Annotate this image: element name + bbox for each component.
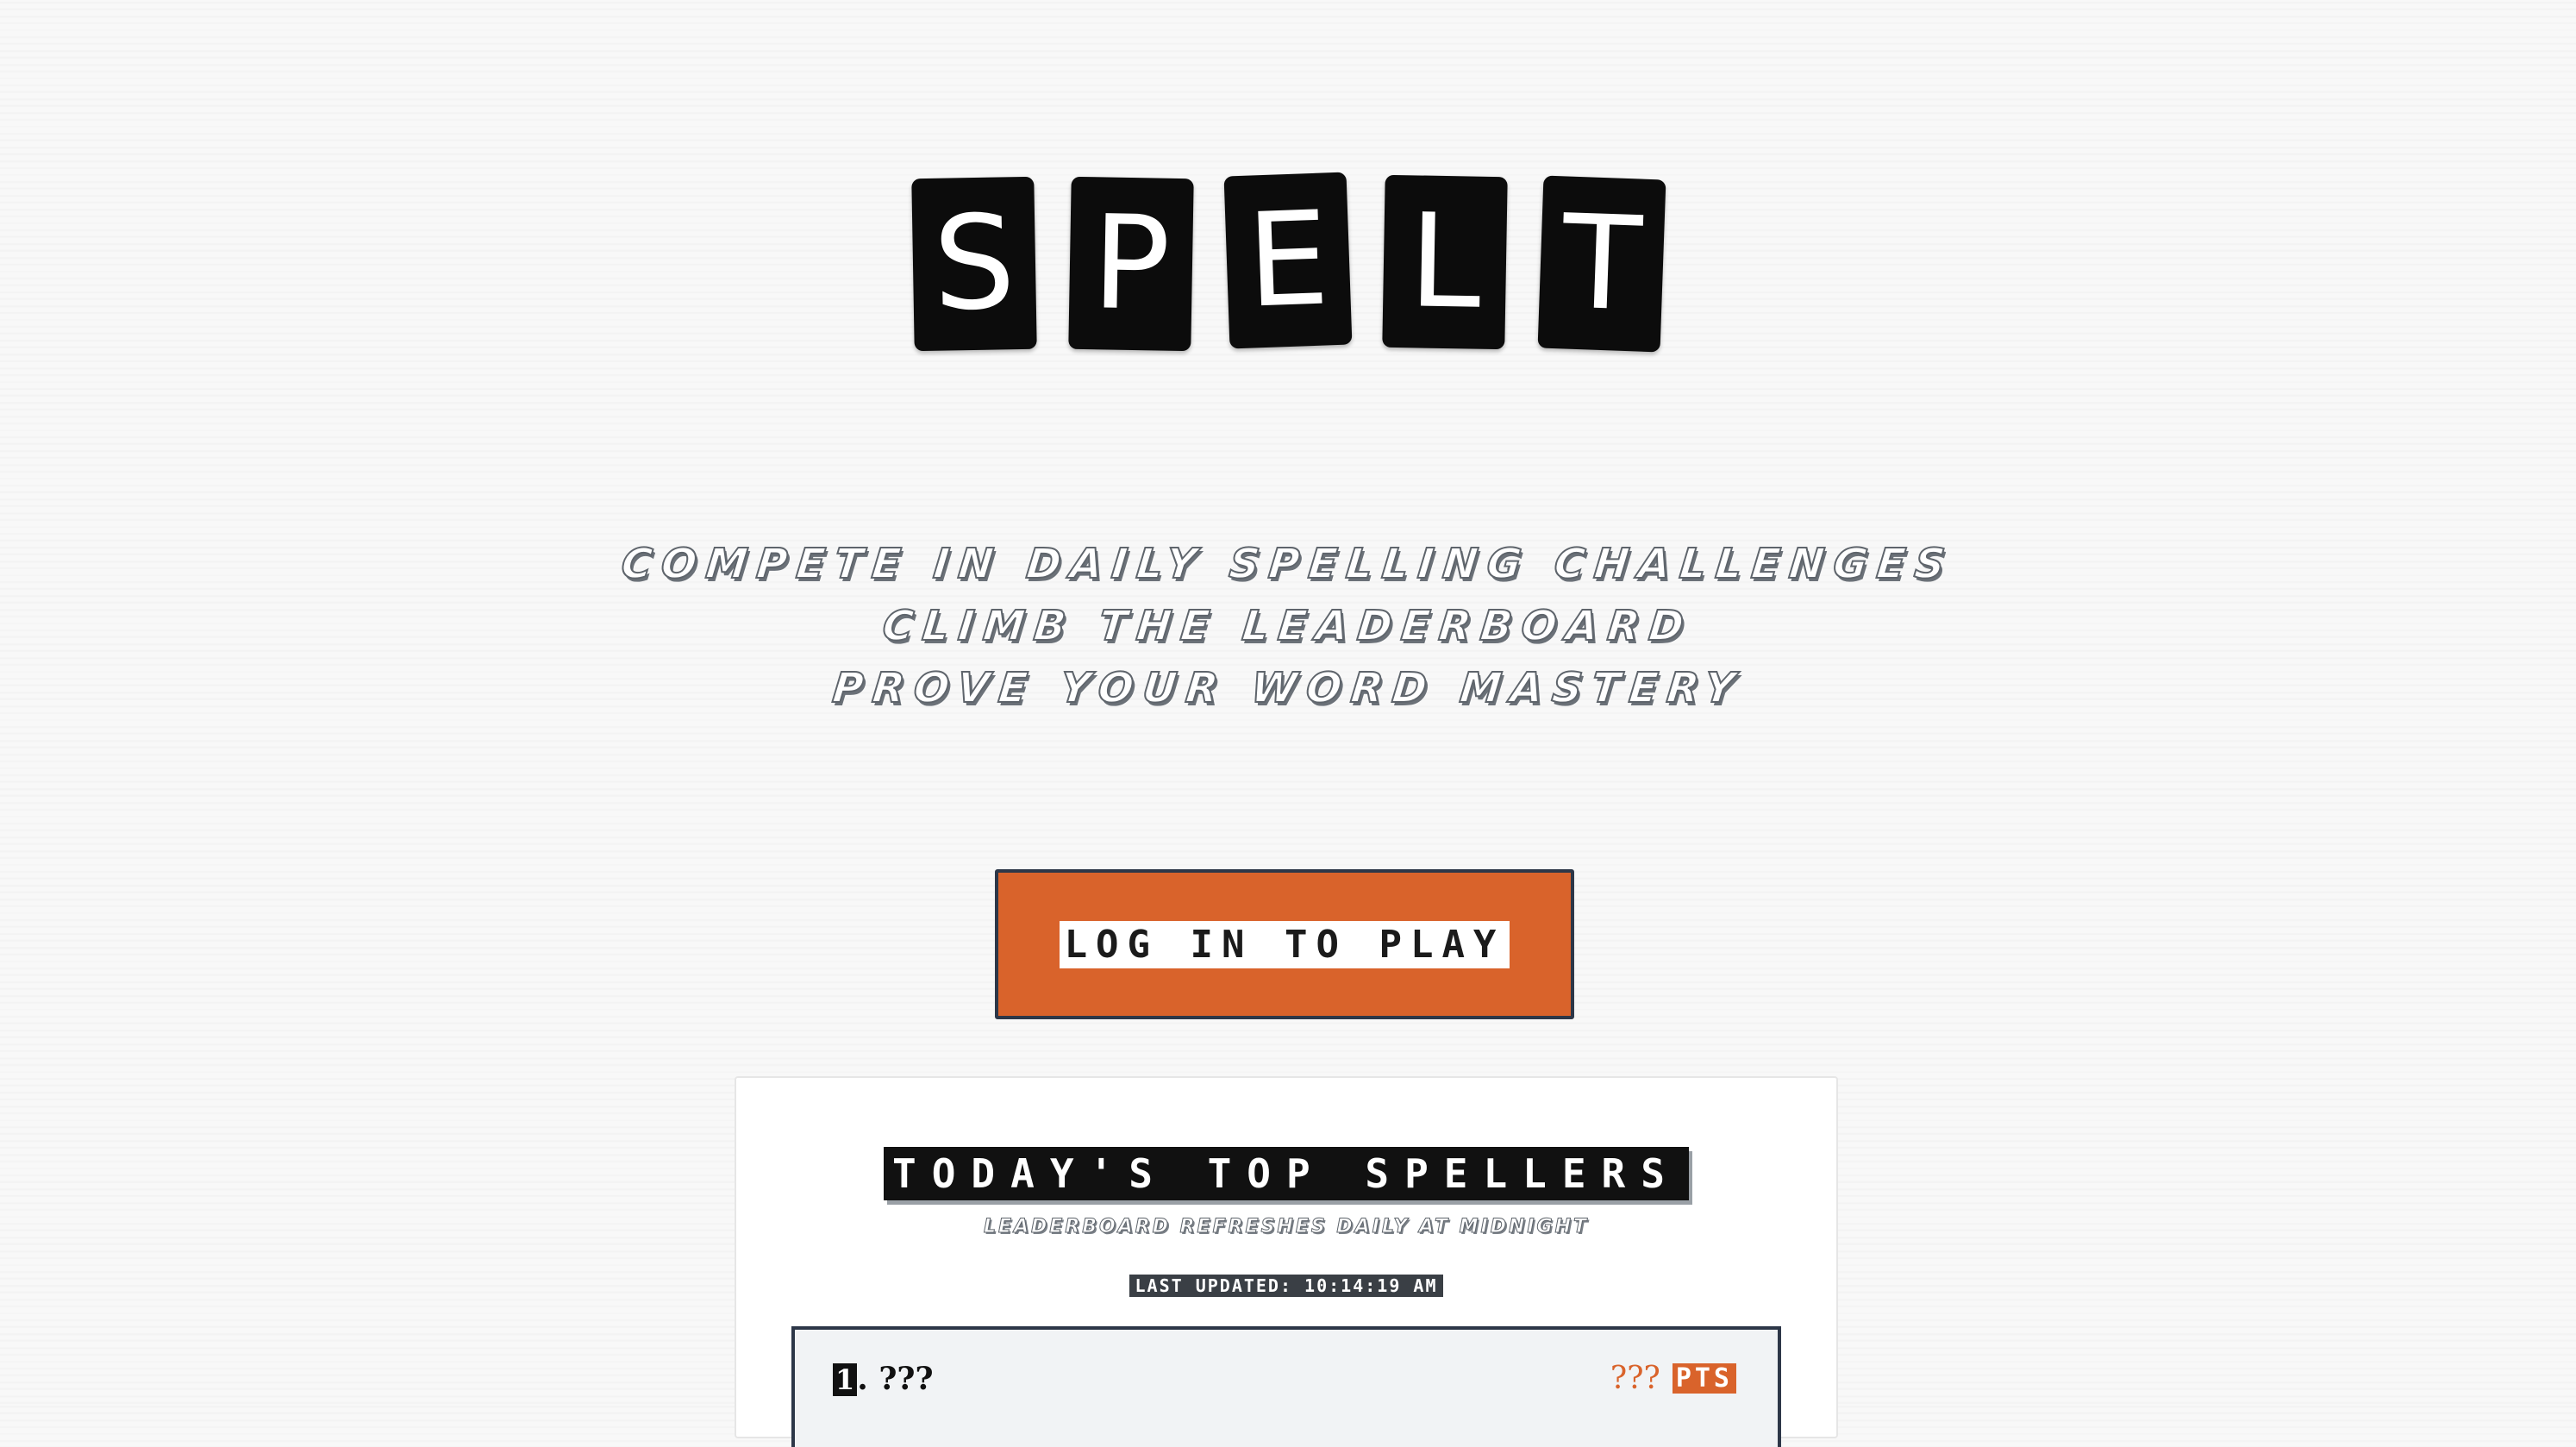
- leaderboard-score: ??? PTS: [1610, 1361, 1736, 1396]
- leaderboard-rank: 1. ???: [833, 1361, 934, 1397]
- leaderboard-subtitle: Leaderboard refreshes daily at midnight: [736, 1216, 1836, 1238]
- app-logo: S P E L T: [0, 169, 2576, 359]
- leaderboard-title: Today's Top Spellers: [736, 1147, 1836, 1200]
- score-value: ???: [1610, 1361, 1660, 1396]
- tagline-line-3: Prove your word mastery: [829, 663, 1748, 713]
- logo-letter-l: L: [1382, 174, 1508, 350]
- leaderboard-card: Today's Top Spellers Leaderboard refresh…: [735, 1076, 1838, 1447]
- logo-letter-e: E: [1223, 172, 1353, 349]
- login-button[interactable]: Log in to play: [995, 869, 1574, 1019]
- login-button-label: Log in to play: [1059, 920, 1510, 968]
- tagline-line-2: Climb the leaderboard: [879, 601, 1696, 651]
- rank-number: 1: [833, 1363, 858, 1396]
- logo-letter-s: S: [911, 176, 1037, 352]
- last-updated-text: Last updated: 10:14:19 AM: [1129, 1275, 1443, 1297]
- player-name: . ???: [857, 1361, 934, 1397]
- leaderboard-row: 1. ??? ??? PTS: [791, 1326, 1781, 1447]
- logo-letter-p: P: [1068, 176, 1194, 352]
- score-unit-badge: PTS: [1672, 1363, 1736, 1394]
- tagline: Compete in daily spelling challenges Cli…: [0, 533, 2576, 719]
- leaderboard-title-text: Today's Top Spellers: [884, 1147, 1689, 1200]
- logo-letter-t: T: [1537, 175, 1666, 353]
- leaderboard-subtitle-text: Leaderboard refreshes daily at midnight: [983, 1216, 1590, 1238]
- tagline-line-1: Compete in daily spelling challenges: [618, 539, 1957, 589]
- last-updated: Last updated: 10:14:19 AM: [736, 1275, 1836, 1297]
